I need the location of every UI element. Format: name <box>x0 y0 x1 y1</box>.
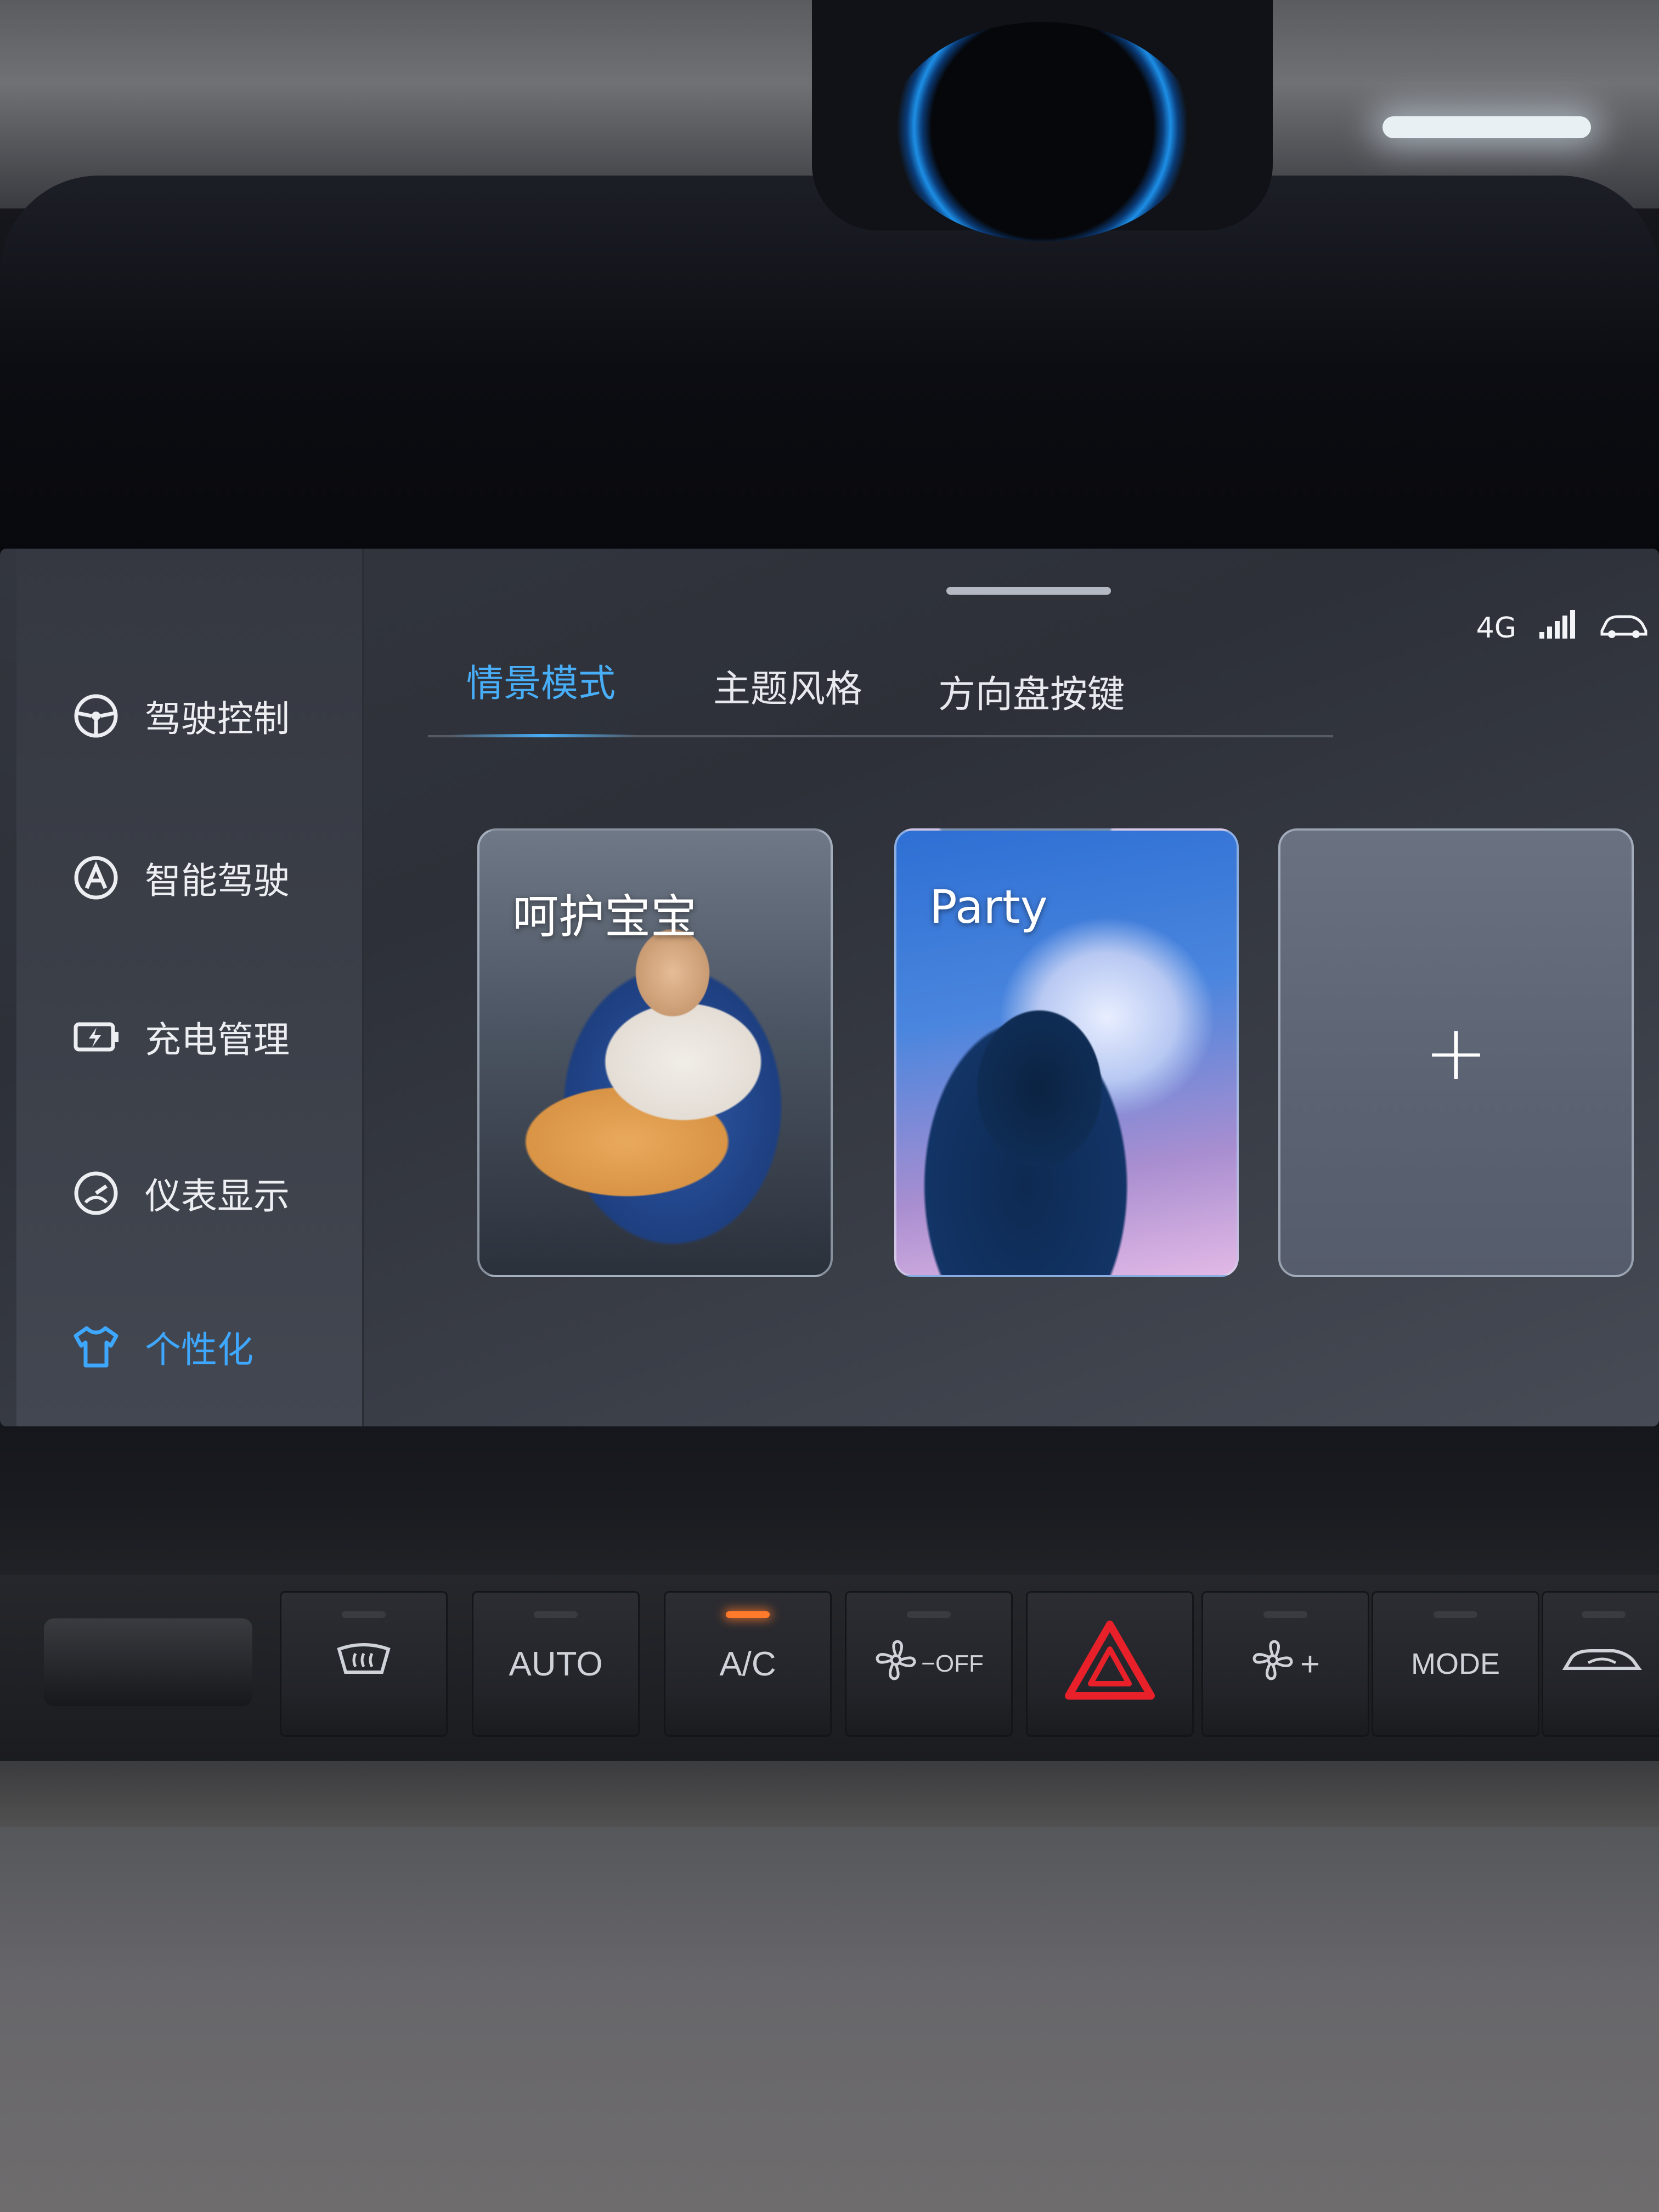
lower-dashboard <box>0 1827 1659 2212</box>
indicator-led <box>1434 1611 1477 1618</box>
scene-card-title: Party <box>929 880 1048 934</box>
tab-label: 情景模式 <box>466 662 616 706</box>
rear-defrost-icon <box>334 1638 394 1690</box>
indicator-led <box>907 1611 951 1618</box>
mode-button[interactable]: MODE <box>1372 1591 1539 1737</box>
autopilot-icon <box>71 853 121 902</box>
fan-icon <box>1251 1638 1295 1690</box>
sidebar-item-instrument-display[interactable]: 仪表显示 <box>71 1163 290 1223</box>
hazard-icon <box>1063 1619 1156 1709</box>
plus-icon: + <box>1424 1008 1488 1098</box>
recirculation-button[interactable] <box>1542 1591 1659 1737</box>
sidebar-item-personalization[interactable]: 个性化 <box>71 1317 253 1377</box>
sidebar-item-smart-driving[interactable]: 智能驾驶 <box>71 848 290 908</box>
indicator-led <box>1263 1611 1307 1618</box>
car-recirculation-icon <box>1561 1641 1643 1688</box>
fan-icon <box>874 1638 918 1690</box>
tab-theme-style[interactable]: 主题风格 <box>713 658 862 713</box>
defrost-button[interactable] <box>280 1591 448 1737</box>
car-dashboard-photo: 驾驶控制 智能驾驶 充电管理 仪表显示 个性化 4G 情景模式 主题风格 方向盘… <box>0 0 1659 2212</box>
sidebar-item-driving-control[interactable]: 驾驶控制 <box>71 686 290 746</box>
drag-handle[interactable] <box>946 587 1111 595</box>
tab-bar: 情景模式 主题风格 方向盘按键 <box>428 642 1333 737</box>
sidebar: 驾驶控制 智能驾驶 充电管理 仪表显示 个性化 <box>16 549 364 1426</box>
ac-label: A/C <box>719 1645 776 1683</box>
sidebar-item-label: 充电管理 <box>145 1019 290 1061</box>
network-label: 4G <box>1476 611 1516 645</box>
ceiling-light <box>1383 116 1591 138</box>
car-status-icon <box>1599 609 1648 647</box>
tab-steering-wheel-keys[interactable]: 方向盘按键 <box>938 664 1125 718</box>
sidebar-item-charging[interactable]: 充电管理 <box>71 1007 290 1067</box>
indicator-led <box>1582 1611 1626 1618</box>
signal-icon <box>1538 609 1577 647</box>
scene-card-title: 呵护宝宝 <box>512 890 697 944</box>
fan-plus-button[interactable]: + <box>1201 1591 1369 1737</box>
scene-card-party[interactable]: Party <box>894 828 1239 1277</box>
tab-label: 主题风格 <box>713 668 863 711</box>
sidebar-item-label: 仪表显示 <box>145 1175 290 1217</box>
fan-plus-label: + <box>1300 1645 1321 1683</box>
add-scene-card[interactable]: + <box>1278 828 1634 1277</box>
tab-scene-mode[interactable]: 情景模式 <box>466 653 616 707</box>
fan-off-label: −OFF <box>921 1650 984 1677</box>
ac-button[interactable]: A/C <box>664 1591 832 1737</box>
sidebar-item-label: 驾驶控制 <box>145 698 290 740</box>
scene-card-baby-care[interactable]: 呵护宝宝 <box>477 828 833 1277</box>
mode-label: MODE <box>1411 1647 1500 1680</box>
status-bar: 4G <box>1476 609 1648 647</box>
fan-off-button[interactable]: −OFF <box>845 1591 1013 1737</box>
indicator-led-on <box>726 1611 770 1618</box>
active-tab-indicator <box>450 734 636 737</box>
gauge-icon <box>71 1169 121 1218</box>
tab-label: 方向盘按键 <box>938 673 1125 716</box>
infotainment-screen: 驾驶控制 智能驾驶 充电管理 仪表显示 个性化 4G 情景模式 主题风格 方向盘… <box>0 549 1659 1426</box>
indicator-led <box>342 1611 386 1618</box>
battery-icon <box>71 1012 121 1062</box>
dashboard-top <box>0 176 1659 560</box>
hazard-button[interactable] <box>1026 1591 1194 1737</box>
sidebar-item-label: 个性化 <box>145 1329 253 1371</box>
auto-button[interactable]: AUTO <box>472 1591 640 1737</box>
sidebar-item-label: 智能驾驶 <box>145 860 290 902</box>
indicator-led <box>534 1611 578 1618</box>
steering-wheel-icon <box>71 691 121 741</box>
auto-label: AUTO <box>509 1645 603 1683</box>
air-vent <box>44 1618 252 1706</box>
round-gauge <box>889 22 1196 241</box>
shirt-icon <box>71 1322 121 1372</box>
